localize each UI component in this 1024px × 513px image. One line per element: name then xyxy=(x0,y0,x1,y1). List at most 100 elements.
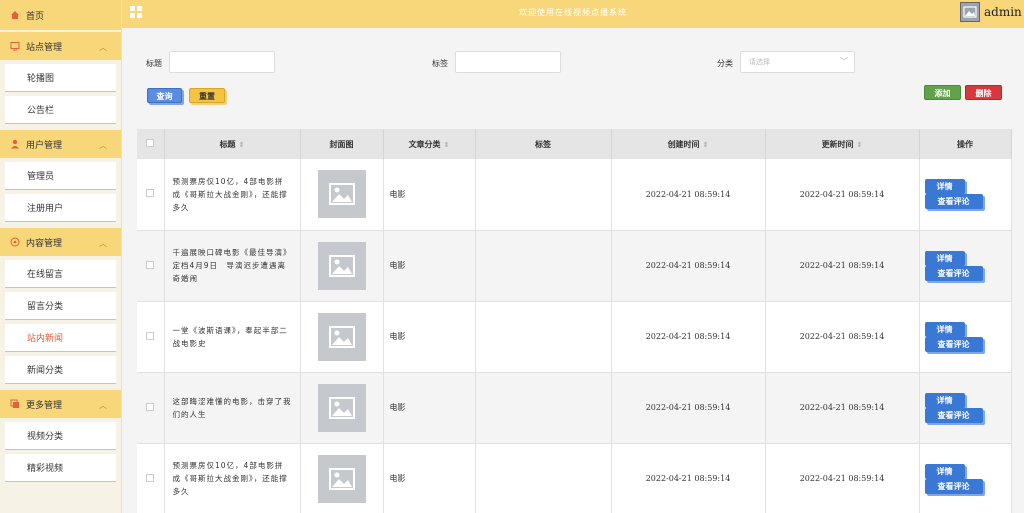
reset-button[interactable]: 重置 xyxy=(189,88,225,103)
view-comments-button[interactable]: 查看评论 xyxy=(924,194,983,209)
category-select-placeholder: 请选择 xyxy=(749,58,770,66)
cover-image xyxy=(317,454,366,503)
table-row: 预测票房仅10亿，4部电影拼成《哥斯拉大战金刚》，还能撑多久 电影 2022-0… xyxy=(137,443,1012,513)
chevron-up-icon: ︿ xyxy=(99,141,107,150)
sidebar-item-registered-users[interactable]: 注册用户 xyxy=(5,194,116,222)
header-created-label: 创建时间 xyxy=(667,139,700,149)
copy-icon xyxy=(10,399,19,408)
sidebar-item-admins[interactable]: 管理员 xyxy=(5,162,116,190)
row-checkbox[interactable] xyxy=(146,189,155,198)
cover-image xyxy=(317,383,366,432)
row-checkbox[interactable] xyxy=(146,402,155,411)
view-comments-button[interactable]: 查看评论 xyxy=(924,478,983,494)
sidebar-item-news[interactable]: 站内新闻 xyxy=(5,324,116,352)
row-tags xyxy=(475,159,612,231)
sidebar-item-carousel[interactable]: 轮播图 xyxy=(5,64,116,92)
sidebar-item-messages[interactable]: 在线留言 xyxy=(5,260,116,288)
sidebar-group-more[interactable]: 更多管理 ︿ xyxy=(0,388,121,418)
title-filter-input[interactable] xyxy=(169,51,275,73)
row-checkbox-cell xyxy=(137,159,165,231)
cover-image xyxy=(317,312,366,361)
sort-icon: ⇕ xyxy=(856,140,863,149)
row-created: 2022-04-21 08:59:14 xyxy=(611,230,766,302)
sidebar: 首页 站点管理 ︿ 轮播图 公告栏 用户管理 ︿ 管理员 注册用户 内容管理 ︿… xyxy=(0,0,122,513)
header-title-label: 标题 xyxy=(219,139,236,149)
sidebar-group-label: 用户管理 xyxy=(26,140,63,151)
row-category: 电影 xyxy=(383,230,476,302)
sidebar-group-users[interactable]: 用户管理 ︿ xyxy=(0,128,121,158)
header-category-label: 文章分类 xyxy=(408,139,441,149)
row-title: 千遍展映口碑电影《最佳导演》定档4月9日 导演迟步遭遇离奇婚闹 xyxy=(164,230,301,302)
table-row: 预测票房仅10亿，4部电影拼成《哥斯拉大战金刚》，还能撑多久 电影 2022-0… xyxy=(137,159,1012,231)
avatar[interactable] xyxy=(960,2,980,22)
compass-icon xyxy=(10,237,20,247)
row-checkbox-cell xyxy=(137,301,165,373)
view-comments-button[interactable]: 查看评论 xyxy=(924,407,983,423)
row-checkbox-cell xyxy=(137,372,165,444)
username[interactable]: admin xyxy=(984,5,1022,19)
sidebar-home-label: 首页 xyxy=(26,11,45,22)
header-title[interactable]: 标题 ⇕ xyxy=(164,129,301,159)
row-title: 预测票房仅10亿，4部电影拼成《哥斯拉大战金刚》，还能撑多久 xyxy=(164,443,301,513)
header-updated-label: 更新时间 xyxy=(821,139,854,149)
cover-image xyxy=(317,170,366,219)
header-category[interactable]: 文章分类 ⇕ xyxy=(383,129,476,159)
image-placeholder-icon xyxy=(963,6,977,18)
row-cover-cell xyxy=(300,230,384,302)
chevron-up-icon: ︿ xyxy=(99,239,107,248)
sidebar-item-featured-videos[interactable]: 精彩视频 xyxy=(5,454,116,482)
view-comments-button[interactable]: 查看评论 xyxy=(924,265,983,281)
sidebar-group-site[interactable]: 站点管理 ︿ xyxy=(0,30,121,60)
sidebar-group-label: 内容管理 xyxy=(26,238,63,249)
sidebar-item-news-categories[interactable]: 新闻分类 xyxy=(5,356,116,384)
view-comments-button[interactable]: 查看评论 xyxy=(924,336,983,352)
category-select[interactable]: 请选择 ﹀ xyxy=(740,51,855,73)
row-updated: 2022-04-21 08:59:14 xyxy=(765,159,920,231)
row-checkbox-cell xyxy=(137,443,165,513)
sidebar-group-label: 更多管理 xyxy=(26,400,63,411)
sidebar-item-video-categories[interactable]: 视频分类 xyxy=(5,422,116,450)
header-created[interactable]: 创建时间 ⇕ xyxy=(611,129,766,159)
row-tags xyxy=(475,372,612,444)
cover-image xyxy=(317,241,366,290)
sidebar-group-label: 站点管理 xyxy=(26,42,63,53)
row-category: 电影 xyxy=(383,443,476,513)
chevron-up-icon: ︿ xyxy=(99,43,107,52)
row-cover-cell xyxy=(300,159,384,231)
sort-icon: ⇕ xyxy=(443,140,450,149)
detail-button[interactable]: 详情 xyxy=(924,250,965,266)
sidebar-home[interactable]: 首页 xyxy=(0,0,121,30)
select-all-checkbox-cell xyxy=(137,129,165,159)
detail-button[interactable]: 详情 xyxy=(924,321,965,337)
row-checkbox-cell xyxy=(137,230,165,302)
detail-button[interactable]: 详情 xyxy=(924,392,965,408)
row-checkbox[interactable] xyxy=(146,331,155,340)
add-button[interactable]: 添加 xyxy=(924,85,961,100)
header-updated[interactable]: 更新时间 ⇕ xyxy=(765,129,920,159)
delete-button[interactable]: 删除 xyxy=(965,85,1002,100)
row-title: 这部晦涩难懂的电影，击穿了我们的人生 xyxy=(164,372,301,444)
image-placeholder-icon xyxy=(328,325,355,348)
row-checkbox[interactable] xyxy=(146,260,155,269)
top-bar: 欢迎使用在线视频点播系统 admin xyxy=(122,0,1024,28)
row-checkbox[interactable] xyxy=(146,473,155,482)
row-created: 2022-04-21 08:59:14 xyxy=(611,159,766,231)
header-cover: 封面图 xyxy=(300,129,384,159)
image-placeholder-icon xyxy=(328,254,355,277)
row-category: 电影 xyxy=(383,301,476,373)
monitor-icon xyxy=(10,42,20,51)
sidebar-item-notice[interactable]: 公告栏 xyxy=(5,96,116,124)
query-button[interactable]: 查询 xyxy=(147,88,182,103)
detail-button[interactable]: 详情 xyxy=(924,179,965,194)
select-all-checkbox[interactable] xyxy=(146,139,155,147)
detail-button[interactable]: 详情 xyxy=(924,463,965,479)
sidebar-group-content[interactable]: 内容管理 ︿ xyxy=(0,226,121,256)
row-tags xyxy=(475,443,612,513)
tag-filter-input[interactable] xyxy=(455,51,561,73)
row-actions: 详情 查看评论 xyxy=(919,443,1012,513)
sort-icon: ⇕ xyxy=(702,140,709,149)
table-row: 一堂《波斯语课》，奉起半部二战电影史 电影 2022-04-21 08:59:1… xyxy=(137,301,1012,373)
title-filter-label: 标题 xyxy=(146,59,162,68)
sidebar-item-message-categories[interactable]: 留言分类 xyxy=(5,292,116,320)
row-actions: 详情 查看评论 xyxy=(919,301,1012,373)
